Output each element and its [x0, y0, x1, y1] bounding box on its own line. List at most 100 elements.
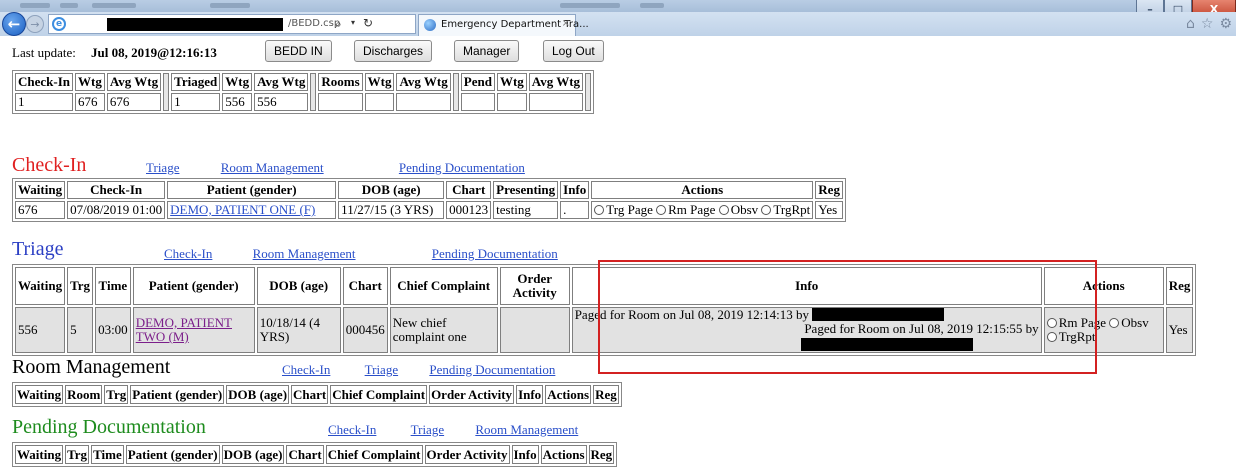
table-header-row: Waiting Check-In Patient (gender) DOB (a…: [15, 181, 843, 199]
address-bar[interactable]: e /BEDD.csp ⌕ ▾ ↻: [48, 14, 416, 34]
tab-close-icon[interactable]: ×: [562, 18, 570, 29]
link-check-in[interactable]: Check-In: [328, 422, 376, 437]
patient-link[interactable]: DEMO, PATIENT TWO (M): [136, 315, 232, 344]
link-pending-documentation[interactable]: Pending Documentation: [399, 160, 525, 175]
summary-header: Avg Wtg: [106, 73, 162, 91]
link-pending-documentation[interactable]: Pending Documentation: [432, 246, 558, 261]
col-chief-complaint: Chief Complaint: [325, 445, 423, 464]
browser-toolbar-icons: ⌂ ☆ ⚙: [1186, 16, 1232, 32]
radio-label: Obsv: [730, 202, 759, 217]
chevron-down-icon[interactable]: ▾: [351, 18, 355, 27]
col-chief-complaint: Chief Complaint: [330, 385, 428, 404]
table-row: 676 07/08/2019 01:00 DEMO, PATIENT ONE (…: [15, 201, 843, 219]
pending-documentation-section-title: Pending Documentation: [12, 416, 206, 438]
link-triage[interactable]: Triage: [146, 160, 179, 175]
triage-section-links: Check-In Room Management Pending Documen…: [164, 246, 558, 262]
cell-check-in: 07/08/2019 01:00: [67, 201, 166, 219]
cell-chief-complaint: New chief complaint one: [389, 307, 498, 353]
summary-header: Avg Wtg: [254, 73, 309, 91]
col-reg: Reg: [815, 181, 843, 199]
cell-chart: 000123: [446, 201, 492, 219]
pending-documentation-table: Waiting Trg Time Patient (gender) DOB (a…: [12, 442, 618, 467]
trg-page-radio[interactable]: Trg Page: [594, 202, 653, 217]
link-triage[interactable]: Triage: [365, 362, 398, 377]
summary-header: Rooms: [318, 73, 363, 91]
cell-patient: DEMO, PATIENT TWO (M): [132, 307, 255, 353]
col-chart: Chart: [342, 267, 388, 305]
link-room-management[interactable]: Room Management: [475, 422, 578, 437]
link-check-in[interactable]: Check-In: [164, 246, 212, 261]
radio-label: TrgRpt: [773, 202, 811, 217]
home-icon[interactable]: ⌂: [1186, 16, 1195, 32]
obsv-radio[interactable]: Obsv: [1109, 315, 1149, 330]
summary-value: 1: [171, 93, 221, 111]
col-dob: DOB (age): [338, 181, 445, 199]
summary-header: Wtg: [496, 73, 527, 91]
col-info: Info: [516, 385, 544, 404]
cell-time: 03:00: [95, 307, 131, 353]
cell-order-activity: [499, 307, 570, 353]
radio-icon: [718, 205, 729, 215]
summary-header: Check-In: [15, 73, 74, 91]
blurred-title-text: [60, 3, 78, 8]
summary-value: [460, 93, 495, 111]
col-waiting: Waiting: [15, 445, 64, 464]
manager-button[interactable]: Manager: [454, 40, 520, 62]
refresh-icon[interactable]: ↻: [363, 16, 373, 30]
cell-chart: 000456: [342, 307, 388, 353]
col-dob: DOB (age): [226, 385, 290, 404]
summary-value: [396, 93, 451, 111]
summary-value: [496, 93, 527, 111]
summary-table: Check-In Wtg Avg Wtg Triaged Wtg Avg Wtg…: [12, 70, 595, 114]
summary-value: 556: [222, 93, 253, 111]
room-management-section-links: Check-In Triage Pending Documentation: [282, 362, 555, 378]
gear-icon[interactable]: ⚙: [1219, 16, 1232, 32]
patient-link[interactable]: DEMO, PATIENT ONE (F): [170, 202, 315, 217]
summary-value: 676: [75, 93, 105, 111]
star-icon[interactable]: ☆: [1201, 16, 1214, 32]
col-trg: Trg: [65, 445, 90, 464]
discharges-button[interactable]: Discharges: [354, 40, 433, 62]
col-reg: Reg: [1165, 267, 1194, 305]
trgrpt-radio[interactable]: TrgRpt: [761, 202, 810, 217]
summary-separator: [585, 73, 592, 111]
back-button[interactable]: ←: [2, 12, 26, 36]
browser-tab[interactable]: Emergency Department Tra... ×: [418, 14, 589, 36]
summary-separator: [452, 73, 459, 111]
summary-header: Wtg: [75, 73, 105, 91]
link-triage[interactable]: Triage: [411, 422, 444, 437]
col-dob: DOB (age): [256, 267, 341, 305]
col-presenting: Presenting: [493, 181, 559, 199]
obsv-radio[interactable]: Obsv: [718, 202, 759, 217]
col-patient: Patient (gender): [125, 445, 220, 464]
radio-label: Trg Page: [606, 202, 653, 217]
address-row: ← → e /BEDD.csp ⌕ ▾ ↻ Emergency Departme…: [0, 12, 1236, 36]
col-trg: Trg: [67, 267, 94, 305]
forward-button[interactable]: →: [26, 15, 44, 33]
link-check-in[interactable]: Check-In: [282, 362, 330, 377]
summary-value-row: 1 676 676 1 556 556: [15, 93, 591, 111]
cell-info: .: [560, 201, 590, 219]
window-title-bar: [0, 0, 1236, 12]
link-room-management[interactable]: Room Management: [221, 160, 324, 175]
cell-reg: Yes: [815, 201, 843, 219]
bedd-in-button[interactable]: BEDD IN: [265, 40, 332, 62]
log-out-button[interactable]: Log Out: [543, 40, 604, 62]
link-room-management[interactable]: Room Management: [253, 246, 356, 261]
radio-icon: [656, 205, 667, 215]
col-order-activity: Order Activity: [499, 267, 570, 305]
pending-documentation-section-links: Check-In Triage Room Management: [328, 422, 578, 438]
cell-dob: 10/18/14 (4 YRS): [256, 307, 341, 353]
col-patient: Patient (gender): [132, 267, 255, 305]
col-order-activity: Order Activity: [424, 445, 510, 464]
radio-icon: [761, 205, 772, 215]
radio-label: Rm Page: [668, 202, 716, 217]
col-time: Time: [95, 267, 131, 305]
link-pending-documentation[interactable]: Pending Documentation: [429, 362, 555, 377]
rm-page-radio[interactable]: Rm Page: [656, 202, 715, 217]
col-info: Info: [560, 181, 590, 199]
last-update-value: Jul 08, 2019@12:16:13: [91, 45, 217, 60]
col-actions: Actions: [540, 445, 587, 464]
blurred-title-text: [640, 3, 664, 8]
search-icon[interactable]: ⌕: [335, 17, 342, 32]
